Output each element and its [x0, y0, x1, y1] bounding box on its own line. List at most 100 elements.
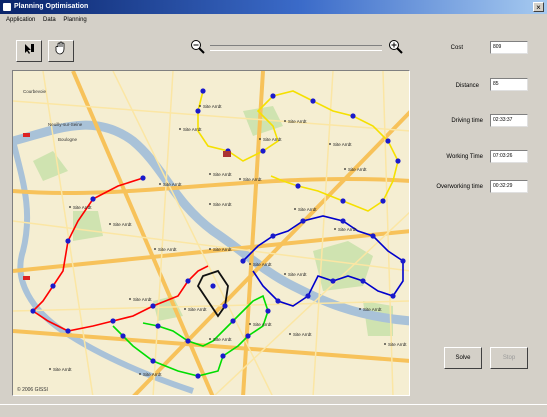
stop-marker: [395, 158, 401, 164]
stop-marker: [120, 333, 126, 339]
district-label: Site Arrdt: [243, 177, 262, 182]
stop-marker: [270, 233, 276, 239]
map-marker: [23, 133, 30, 137]
place-dot: [249, 323, 251, 325]
district-label: Site Arrdt: [298, 207, 317, 212]
district-label: Site Arrdt: [53, 367, 72, 372]
district-label: Site Arrdt: [213, 247, 232, 252]
stop-marker: [270, 93, 276, 99]
district-label: Site Arrdt: [333, 142, 352, 147]
stop-button[interactable]: Stop: [490, 347, 528, 369]
district-label: Site Arrdt: [113, 222, 132, 227]
district-label: Site Arrdt: [143, 372, 162, 377]
stop-marker: [195, 373, 201, 379]
menu-application[interactable]: Application: [6, 17, 35, 23]
stop-marker: [222, 303, 228, 309]
district-label: Site Arrdt: [253, 262, 272, 267]
place-dot: [109, 223, 111, 225]
map-canvas[interactable]: Site Arrdt Site Arrdt Site Arrdt Site Arrdt…: [13, 71, 410, 396]
title-bar: Planning Optimisation ×: [0, 0, 547, 14]
place-dot: [294, 208, 296, 210]
hand-icon: [55, 41, 65, 55]
stop-marker: [50, 283, 56, 289]
place-dot: [209, 173, 211, 175]
overworking-time-label: Overworking time: [436, 184, 483, 190]
stop-marker: [195, 108, 201, 114]
district-label: Site Arrdt: [73, 205, 92, 210]
stop-marker: [245, 333, 251, 339]
place-dot: [209, 338, 211, 340]
driving-time-field[interactable]: 02:33:37: [490, 114, 528, 127]
menu-data[interactable]: Data: [43, 17, 56, 23]
place-dot: [184, 308, 186, 310]
stop-marker: [140, 175, 146, 181]
stop-marker: [265, 308, 271, 314]
place-dot: [239, 178, 241, 180]
pan-tool-button[interactable]: [48, 40, 74, 62]
solve-button[interactable]: Solve: [444, 347, 482, 369]
map-marker: [23, 276, 30, 280]
district-label: Site Arrdt: [253, 322, 272, 327]
stop-marker: [330, 278, 336, 284]
district-label: Site Arrdt: [133, 297, 152, 302]
stop-marker: [260, 148, 266, 154]
overworking-time-field[interactable]: 00:32:29: [490, 180, 528, 193]
stop-marker: [220, 353, 226, 359]
place-dot: [209, 248, 211, 250]
stop-marker: [150, 358, 156, 364]
place-dot: [249, 263, 251, 265]
place-label: Boulogne: [58, 137, 78, 142]
stop-marker: [340, 218, 346, 224]
zoom-slider[interactable]: [210, 45, 382, 51]
stop-marker: [210, 283, 216, 289]
district-label: Site Arrdt: [388, 342, 407, 347]
stop-marker: [385, 138, 391, 144]
route-map[interactable]: Site Arrdt Site Arrdt Site Arrdt Site Arrdt…: [12, 70, 410, 396]
place-label: Neuilly-sur-Seine: [48, 122, 83, 127]
select-tool-button[interactable]: [16, 40, 42, 62]
select-arrow-icon: [25, 44, 34, 54]
stop-marker: [370, 233, 376, 239]
place-dot: [69, 206, 71, 208]
stop-marker: [30, 308, 36, 314]
zoom-out-icon: [191, 40, 205, 54]
cost-field[interactable]: 809: [490, 41, 528, 54]
stop-marker: [380, 198, 386, 204]
stop-marker: [185, 278, 191, 284]
status-bar: [0, 404, 547, 417]
stop-marker: [150, 303, 156, 309]
stop-marker: [65, 238, 71, 244]
place-dot: [154, 248, 156, 250]
window-title: Planning Optimisation: [14, 3, 89, 10]
working-time-field[interactable]: 07:03:26: [490, 150, 528, 163]
place-label: Courbevoie: [23, 89, 47, 94]
distance-field[interactable]: 85: [490, 78, 528, 91]
stop-marker: [90, 196, 96, 202]
place-dot: [139, 373, 141, 375]
district-label: Site Arrdt: [188, 307, 207, 312]
place-dot: [289, 333, 291, 335]
zoom-out-button[interactable]: [190, 39, 205, 56]
stop-marker: [295, 183, 301, 189]
menu-bar: Application Data Planning: [0, 14, 547, 26]
close-button[interactable]: ×: [533, 2, 544, 12]
stop-marker: [300, 218, 306, 224]
stop-marker: [340, 198, 346, 204]
district-label: Site Arrdt: [363, 307, 382, 312]
stop-marker: [305, 293, 311, 299]
stop-marker: [400, 258, 406, 264]
place-dot: [159, 183, 161, 185]
place-dot: [284, 273, 286, 275]
distance-label: Distance: [455, 83, 479, 89]
stop-marker: [185, 338, 191, 344]
stop-marker: [155, 323, 161, 329]
place-dot: [49, 368, 51, 370]
place-dot: [384, 343, 386, 345]
menu-planning[interactable]: Planning: [63, 17, 86, 23]
stop-marker: [65, 328, 71, 334]
stop-marker: [390, 293, 396, 299]
driving-time-label: Driving time: [451, 118, 483, 124]
district-label: Site Arrdt: [213, 337, 232, 342]
place-dot: [129, 298, 131, 300]
district-label: Site Arrdt: [338, 227, 357, 232]
